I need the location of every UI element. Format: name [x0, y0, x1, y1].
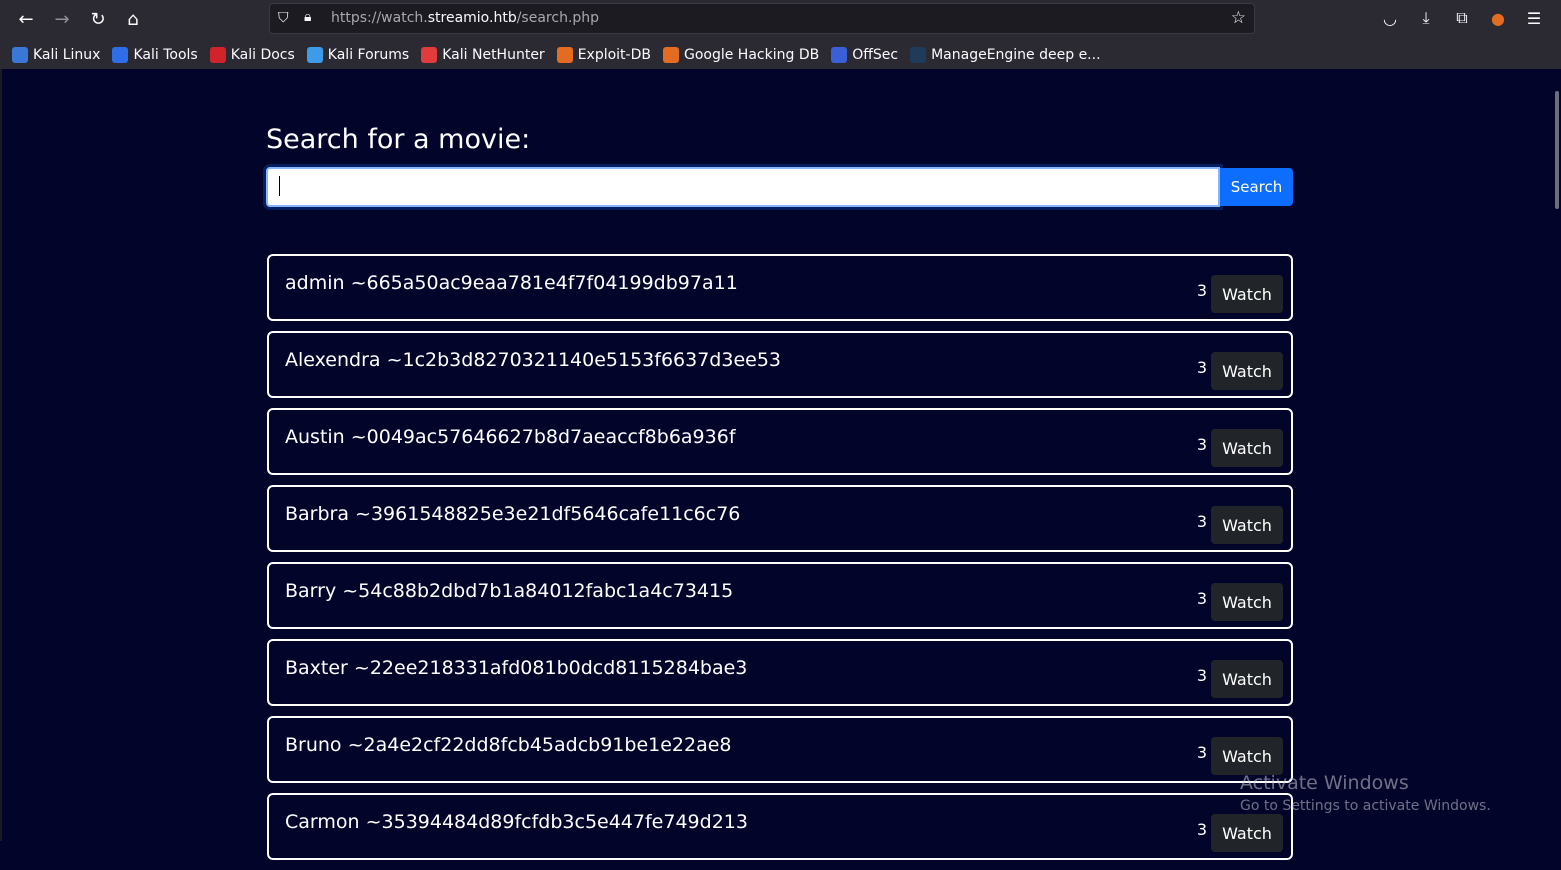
tracking-shield-icon[interactable]: ⛉: [278, 10, 294, 28]
movie-card: Barry ~54c88b2dbd7b1a84012fabc1a4c73415 …: [267, 562, 1293, 629]
movie-card: Bruno ~2a4e2cf22dd8fcb45adcb91be1e22ae8 …: [267, 716, 1293, 783]
url-prefix: https://watch.: [331, 10, 428, 26]
bookmark-label: Kali Linux: [33, 46, 101, 63]
movie-title: admin ~665a50ac9eaa781e4f7f04199db97a11: [285, 272, 738, 294]
movie-card: admin ~665a50ac9eaa781e4f7f04199db97a11 …: [267, 254, 1293, 321]
movie-card: Austin ~0049ac57646627b8d7aeaccf8b6a936f…: [267, 408, 1293, 475]
manageengine-icon: [910, 46, 927, 63]
results-list: admin ~665a50ac9eaa781e4f7f04199db97a11 …: [267, 254, 1293, 870]
bookmark-label: Exploit-DB: [577, 46, 651, 63]
menu-icon[interactable]: ☰: [1522, 6, 1546, 30]
search-input[interactable]: [266, 167, 1220, 207]
movie-count: 3: [1196, 743, 1207, 762]
bookmark-label: Kali Forums: [327, 46, 410, 63]
bookmark-star-icon[interactable]: ☆: [1231, 8, 1246, 28]
bookmark-manageengine[interactable]: ManageEngine deep e...: [910, 46, 1101, 63]
movie-card: Barbra ~3961548825e3e21df5646cafe11c6c76…: [267, 485, 1293, 552]
kali-linux-icon: [12, 46, 28, 63]
search-button[interactable]: Search: [1220, 168, 1293, 206]
exploit-db-icon: [556, 46, 573, 63]
watch-button[interactable]: Watch: [1211, 429, 1283, 467]
bookmark-google-hacking-db[interactable]: Google Hacking DB: [662, 46, 820, 63]
address-bar[interactable]: ⛉ 🔒︎ https://watch.streamio.htb/search.p…: [269, 3, 1255, 34]
watch-button[interactable]: Watch: [1211, 660, 1283, 698]
movie-count: 3: [1196, 820, 1207, 839]
movie-title: Austin ~0049ac57646627b8d7aeaccf8b6a936f: [285, 426, 736, 448]
url-text[interactable]: https://watch.streamio.htb/search.php: [331, 10, 599, 26]
foxyproxy-icon[interactable]: ●: [1486, 6, 1510, 30]
url-domain: streamio.htb: [427, 10, 517, 26]
watch-button[interactable]: Watch: [1211, 275, 1283, 313]
pocket-icon[interactable]: ◡: [1378, 6, 1402, 30]
bookmark-kali-forums[interactable]: Kali Forums: [306, 46, 410, 63]
watch-button[interactable]: Watch: [1211, 737, 1283, 775]
bookmark-offsec[interactable]: OffSec: [831, 46, 899, 63]
bookmark-label: Kali Docs: [230, 46, 295, 63]
bookmarks-bar: Kali Linux Kali Tools Kali Docs Kali For…: [0, 40, 1561, 69]
watch-button[interactable]: Watch: [1211, 814, 1283, 852]
text-caret: [279, 176, 280, 196]
movie-title: Bruno ~2a4e2cf22dd8fcb45adcb91be1e22ae8: [285, 734, 732, 756]
watch-button[interactable]: Watch: [1211, 352, 1283, 390]
movie-card: Alexendra ~1c2b3d8270321140e5153f6637d3e…: [267, 331, 1293, 398]
watch-button[interactable]: Watch: [1211, 583, 1283, 621]
page-scrollbar[interactable]: [1555, 91, 1559, 209]
movie-title: Alexendra ~1c2b3d8270321140e5153f6637d3e…: [285, 349, 782, 371]
page-title: Search for a movie:: [266, 124, 531, 155]
activate-windows-title: Activate Windows: [1240, 772, 1409, 794]
bookmark-label: Google Hacking DB: [683, 46, 820, 63]
back-arrow-icon[interactable]: ←: [11, 4, 41, 34]
forward-arrow-icon[interactable]: →: [47, 4, 77, 34]
kali-nethunter-icon: [421, 46, 438, 63]
bookmark-label: Kali NetHunter: [442, 46, 545, 63]
activate-windows-watermark: Activate Windows Go to Settings to activ…: [1240, 772, 1491, 814]
url-path: /search.php: [516, 10, 600, 26]
movie-count: 3: [1196, 589, 1207, 608]
kali-forums-icon: [306, 46, 323, 63]
lock-icon[interactable]: 🔒︎: [304, 9, 320, 27]
movie-count: 3: [1196, 435, 1207, 454]
movie-title: Barry ~54c88b2dbd7b1a84012fabc1a4c73415: [285, 580, 734, 602]
bookmark-label: OffSec: [852, 46, 899, 63]
movie-card: Carmon ~35394484d89fcfdb3c5e447fe749d213…: [267, 793, 1293, 860]
movie-card: Baxter ~22ee218331afd081b0dcd8115284bae3…: [267, 639, 1293, 706]
download-icon[interactable]: ⤓: [1414, 6, 1438, 30]
bookmark-kali-tools[interactable]: Kali Tools: [112, 46, 198, 63]
extensions-icon[interactable]: ⧉: [1450, 6, 1474, 30]
movie-count: 3: [1196, 358, 1207, 377]
bookmark-kali-linux[interactable]: Kali Linux: [12, 46, 101, 63]
movie-count: 3: [1196, 281, 1207, 300]
kali-tools-icon: [112, 46, 129, 63]
google-hacking-db-icon: [662, 46, 679, 63]
movie-title: Carmon ~35394484d89fcfdb3c5e447fe749d213: [285, 811, 748, 833]
bookmark-label: ManageEngine deep e...: [931, 46, 1101, 63]
movie-count: 3: [1196, 666, 1207, 685]
search-form: Search: [266, 167, 1293, 207]
bookmark-kali-docs[interactable]: Kali Docs: [209, 46, 295, 63]
browser-toolbar: ← → ↻ ⌂ ⛉ 🔒︎ https://watch.streamio.htb/…: [0, 0, 1561, 69]
activate-windows-subtitle: Go to Settings to activate Windows.: [1240, 798, 1491, 814]
bookmark-exploit-db[interactable]: Exploit-DB: [556, 46, 651, 63]
offsec-icon: [831, 46, 848, 63]
movie-title: Barbra ~3961548825e3e21df5646cafe11c6c76: [285, 503, 741, 525]
bookmark-label: Kali Tools: [133, 46, 198, 63]
reload-icon[interactable]: ↻: [83, 4, 113, 34]
kali-docs-icon: [209, 46, 226, 63]
movie-title: Baxter ~22ee218331afd081b0dcd8115284bae3: [285, 657, 748, 679]
bookmark-kali-nethunter[interactable]: Kali NetHunter: [421, 46, 545, 63]
movie-count: 3: [1196, 512, 1207, 531]
watch-button[interactable]: Watch: [1211, 506, 1283, 544]
home-icon[interactable]: ⌂: [118, 4, 148, 34]
